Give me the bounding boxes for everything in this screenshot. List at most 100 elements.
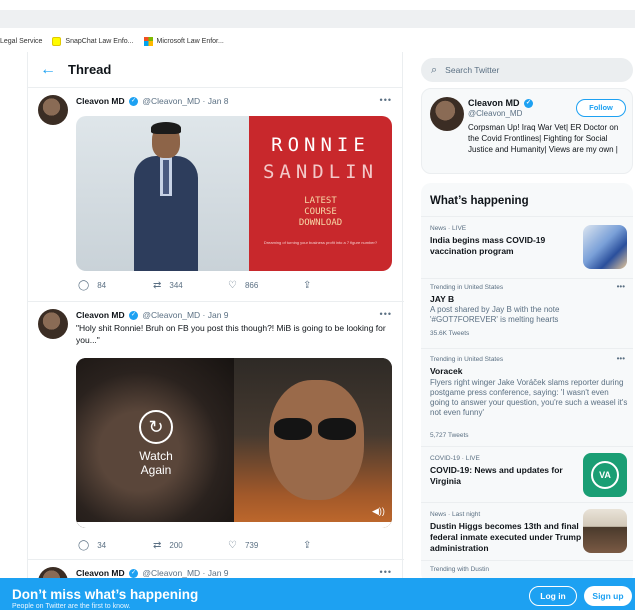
follow-button[interactable]: Follow (576, 99, 626, 117)
trend-title: JAY B (430, 294, 455, 304)
bookmark-legal-service[interactable]: Legal Service (0, 38, 42, 45)
signup-button[interactable]: Sign up (584, 586, 632, 606)
author-name[interactable]: Cleavon MD (76, 568, 125, 578)
avatar[interactable] (38, 309, 68, 339)
tweet-actions: ◯ 84 ⇄ 344 ♡ 866 ⇪ (78, 280, 378, 291)
reply-icon: ◯ (78, 540, 90, 551)
trend-title: India begins mass COVID-19 vaccination p… (430, 235, 546, 256)
reply-count: 34 (97, 541, 107, 550)
avatar[interactable] (430, 97, 464, 131)
more-options-icon[interactable]: ••• (380, 309, 392, 319)
login-button[interactable]: Log in (529, 586, 577, 606)
watch-again-button[interactable]: ↻ Watch Again (126, 410, 186, 477)
retweet-button[interactable]: ⇄ 344 (153, 280, 228, 291)
trend-item[interactable]: COVID-19 · LIVE COVID-19: News and updat… (421, 446, 633, 502)
profile-bio: Corpsman Up! Iraq War Vet| ER Doctor on … (468, 123, 619, 154)
trend-count: 5,727 Tweets (430, 432, 469, 439)
trend-item[interactable]: Trending in United States ••• JAY B A po… (421, 278, 633, 348)
search-input[interactable]: ⌕ Search Twitter (421, 58, 633, 82)
like-count: 739 (244, 541, 259, 550)
tweet-actions: ◯ 34 ⇄ 200 ♡ 739 ⇪ (78, 540, 378, 551)
video-progress-bar[interactable] (76, 522, 392, 528)
profile-card: Cleavon MD ✓ @Cleavon_MD Follow Corpsman… (421, 88, 633, 174)
tweet-video[interactable]: ↻ Watch Again ◀)) (76, 358, 392, 528)
trend-item[interactable]: News · LIVE India begins mass COVID-19 v… (421, 216, 633, 278)
snapchat-icon (52, 36, 62, 46)
tweet-text: "Holy shit Ronnie! Bruh on FB you post t… (76, 323, 386, 345)
promo-name-line1: RONNIE (271, 134, 370, 156)
tweet-date[interactable]: · Jan 9 (203, 568, 229, 578)
search-placeholder: Search Twitter (445, 65, 500, 75)
bookmark-snapchat[interactable]: SnapChat Law Enfo... (52, 36, 134, 46)
promo-name-line2: SANDLIN (262, 161, 379, 183)
bookmarks-bar: Legal Service SnapChat Law Enfo... Micro… (0, 32, 635, 50)
reply-icon: ◯ (78, 280, 90, 291)
browser-chrome (0, 0, 635, 30)
trend-description: Flyers right winger Jake Voráček slams r… (430, 378, 628, 417)
trend-title: COVID-19: News and updates for Virginia (430, 465, 563, 486)
heart-icon: ♡ (228, 540, 237, 551)
tweet-header: Cleavon MD ✓ @Cleavon_MD · Jan 9 (76, 310, 229, 321)
more-options-icon[interactable]: ••• (617, 354, 625, 363)
volume-icon[interactable]: ◀)) (372, 506, 385, 516)
banner-subtitle: People on Twitter are the first to know. (12, 603, 131, 610)
trend-title: Dustin Higgs becomes 13th and final fede… (430, 521, 582, 553)
retweet-count: 200 (169, 541, 183, 550)
retweet-button[interactable]: ⇄ 200 (153, 540, 228, 551)
author-name[interactable]: Cleavon MD (76, 310, 125, 320)
more-options-icon[interactable]: ••• (380, 567, 392, 577)
share-button[interactable]: ⇪ (303, 280, 378, 291)
search-icon: ⌕ (431, 63, 438, 76)
promo-tagline: Dreaming of turning your business profit… (263, 240, 378, 245)
retweet-icon: ⇄ (153, 280, 162, 291)
address-strip (0, 10, 635, 28)
like-count: 866 (244, 281, 259, 290)
verified-icon: ✓ (129, 97, 139, 107)
trend-item[interactable]: News · Last night Dustin Higgs becomes 1… (421, 502, 633, 560)
trend-count: 35.6K Tweets (430, 330, 470, 337)
panel-title: What’s happening (430, 195, 529, 207)
author-handle[interactable]: @Cleavon_MD (142, 310, 200, 320)
video-frame-right: ◀)) (234, 358, 392, 528)
profile-name[interactable]: Cleavon MD ✓ (468, 98, 535, 109)
virginia-badge-icon: VA (583, 453, 627, 497)
trend-item[interactable]: Trending with Dustin (421, 560, 633, 580)
whats-happening-panel: What’s happening News · LIVE India begin… (421, 183, 633, 583)
tweet[interactable]: Cleavon MD ✓ @Cleavon_MD · Jan 8 ••• RON… (28, 89, 404, 302)
reply-button[interactable]: ◯ 84 (78, 280, 153, 291)
trend-item[interactable]: Trending in United States ••• Voracek Fl… (421, 348, 633, 446)
reply-button[interactable]: ◯ 34 (78, 540, 153, 551)
thread-column: ← Thread Cleavon MD ✓ @Cleavon_MD · Jan … (27, 52, 404, 610)
bookmark-label: SnapChat Law Enfo... (65, 37, 134, 45)
share-button[interactable]: ⇪ (303, 540, 378, 551)
tweet-date[interactable]: · Jan 8 (203, 96, 229, 106)
bookmark-label: Microsoft Law Enfor... (156, 37, 224, 45)
tweet-image[interactable]: RONNIE SANDLIN LATEST COURSE DOWNLOAD Dr… (76, 116, 392, 271)
banner-title: Don’t miss what’s happening (12, 587, 199, 602)
bookmark-label: Legal Service (0, 37, 43, 45)
back-arrow-icon[interactable]: ← (28, 61, 68, 79)
trend-description: A post shared by Jay B with the note '#G… (430, 305, 560, 324)
avatar[interactable] (38, 95, 68, 125)
signup-banner: Don’t miss what’s happening People on Tw… (0, 578, 635, 610)
like-button[interactable]: ♡ 739 (228, 540, 303, 551)
trend-thumbnail (583, 509, 627, 553)
author-handle[interactable]: @Cleavon_MD (142, 96, 200, 106)
promo-sub-line: COURSE (304, 207, 337, 217)
photo-man-in-suit (76, 116, 249, 271)
trend-thumbnail (583, 225, 627, 269)
like-button[interactable]: ♡ 866 (228, 280, 303, 291)
author-name[interactable]: Cleavon MD (76, 96, 125, 106)
page-title: Thread (68, 62, 112, 77)
author-handle[interactable]: @Cleavon_MD (142, 568, 200, 578)
bookmark-microsoft[interactable]: Microsoft Law Enfor... (143, 36, 224, 46)
more-options-icon[interactable]: ••• (380, 95, 392, 105)
promo-sub-line: DOWNLOAD (298, 218, 343, 228)
tweet-date[interactable]: · Jan 9 (203, 310, 229, 320)
more-options-icon[interactable]: ••• (617, 282, 625, 291)
trend-meta: News · Last night (430, 511, 481, 518)
tweet[interactable]: Cleavon MD ✓ @Cleavon_MD · Jan 9 ••• "Ho… (28, 303, 404, 560)
microsoft-icon (143, 36, 153, 46)
profile-handle[interactable]: @Cleavon_MD (468, 109, 522, 118)
trend-meta: News · LIVE (430, 225, 467, 232)
